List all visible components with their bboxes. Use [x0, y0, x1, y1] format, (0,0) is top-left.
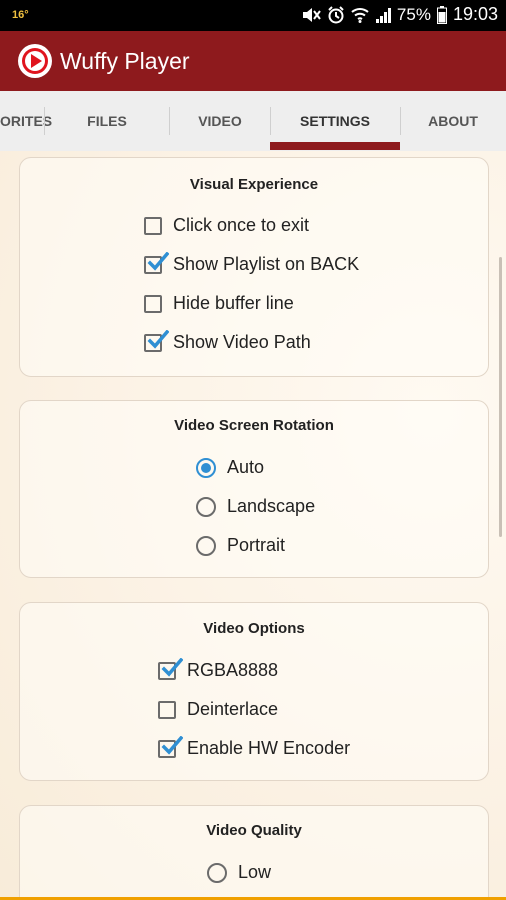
- active-tab-indicator: [270, 142, 400, 150]
- checkbox-checked[interactable]: [144, 329, 169, 352]
- section-title: Video Screen Rotation: [174, 417, 334, 434]
- option-label: Low: [238, 862, 272, 882]
- settings-content[interactable]: Visual Experience Click once to exit Sho…: [0, 151, 506, 897]
- app-title: Wuffy Player: [60, 48, 190, 74]
- battery-icon: [436, 5, 447, 24]
- checkbox[interactable]: [144, 216, 162, 235]
- option-label: Hide buffer line: [173, 293, 294, 313]
- radio[interactable]: [196, 496, 216, 517]
- section-title: Visual Experience: [189, 176, 319, 193]
- app-logo-icon: [18, 44, 52, 78]
- alarm-icon: [328, 5, 344, 23]
- tab-favorites[interactable]: ORITES: [0, 91, 52, 151]
- radio[interactable]: [196, 535, 216, 556]
- option-low[interactable]: Low: [207, 862, 271, 883]
- checkbox-checked[interactable]: [158, 735, 183, 758]
- option-deinterlace[interactable]: Deinterlace: [158, 699, 278, 720]
- option-label: Portrait: [227, 535, 286, 555]
- option-show-video-path[interactable]: Show Video Path: [144, 329, 311, 353]
- option-rgba8888[interactable]: RGBA8888: [158, 657, 279, 681]
- option-label: Deinterlace: [187, 699, 279, 719]
- option-label: Landscape: [227, 496, 316, 516]
- tab-about[interactable]: ABOUT: [400, 91, 506, 151]
- option-label: Auto: [227, 457, 265, 477]
- checkmark-icon: [147, 251, 169, 271]
- wifi-icon: [351, 7, 369, 23]
- visual-experience-card: Visual Experience Click once to exit Sho…: [19, 157, 489, 377]
- mute-icon: [302, 7, 321, 22]
- checkmark-icon: [161, 735, 183, 755]
- option-hide-buffer-line[interactable]: Hide buffer line: [144, 293, 294, 314]
- option-landscape[interactable]: Landscape: [196, 496, 315, 517]
- checkmark-icon: [147, 329, 169, 349]
- checkbox[interactable]: [158, 700, 176, 719]
- option-show-playlist-on-back[interactable]: Show Playlist on BACK: [144, 251, 360, 275]
- checkbox-checked[interactable]: [158, 657, 183, 680]
- tab-video[interactable]: VIDEO: [170, 91, 270, 151]
- scrollbar[interactable]: [499, 257, 502, 537]
- option-label: Show Video Path: [173, 332, 311, 352]
- tab-files[interactable]: FILES: [45, 91, 169, 151]
- weather-temperature: 16°: [12, 9, 29, 21]
- checkbox-checked[interactable]: [144, 251, 169, 274]
- option-click-once-to-exit[interactable]: Click once to exit: [144, 215, 309, 236]
- option-label: RGBA8888: [187, 660, 279, 680]
- option-label: Enable HW Encoder: [187, 738, 351, 758]
- checkbox[interactable]: [144, 294, 162, 313]
- video-options-card: Video Options RGBA8888 Deinterlace Enabl…: [19, 602, 489, 781]
- tab-bar: ORITES FILES VIDEO SETTINGS ABOUT: [0, 91, 506, 152]
- option-label: Show Playlist on BACK: [173, 254, 360, 274]
- clock: 19:03: [452, 4, 498, 24]
- section-title: Video Quality: [206, 822, 302, 839]
- video-quality-card: Video Quality Low: [19, 805, 489, 897]
- section-title: Video Options: [203, 620, 305, 637]
- signal-icon: [375, 7, 391, 23]
- radio-selected[interactable]: [196, 457, 216, 478]
- app-bar: Wuffy Player: [0, 31, 506, 91]
- option-auto[interactable]: Auto: [196, 457, 264, 478]
- battery-percent: 75%: [396, 4, 431, 24]
- screen-rotation-card: Video Screen Rotation Auto Landscape Por…: [19, 400, 489, 578]
- option-portrait[interactable]: Portrait: [196, 535, 285, 556]
- checkmark-icon: [161, 657, 183, 677]
- option-enable-hw-encoder[interactable]: Enable HW Encoder: [158, 735, 351, 759]
- status-bar: 16° 75% 19:03: [0, 0, 506, 31]
- radio[interactable]: [207, 862, 227, 883]
- option-label: Click once to exit: [173, 215, 310, 235]
